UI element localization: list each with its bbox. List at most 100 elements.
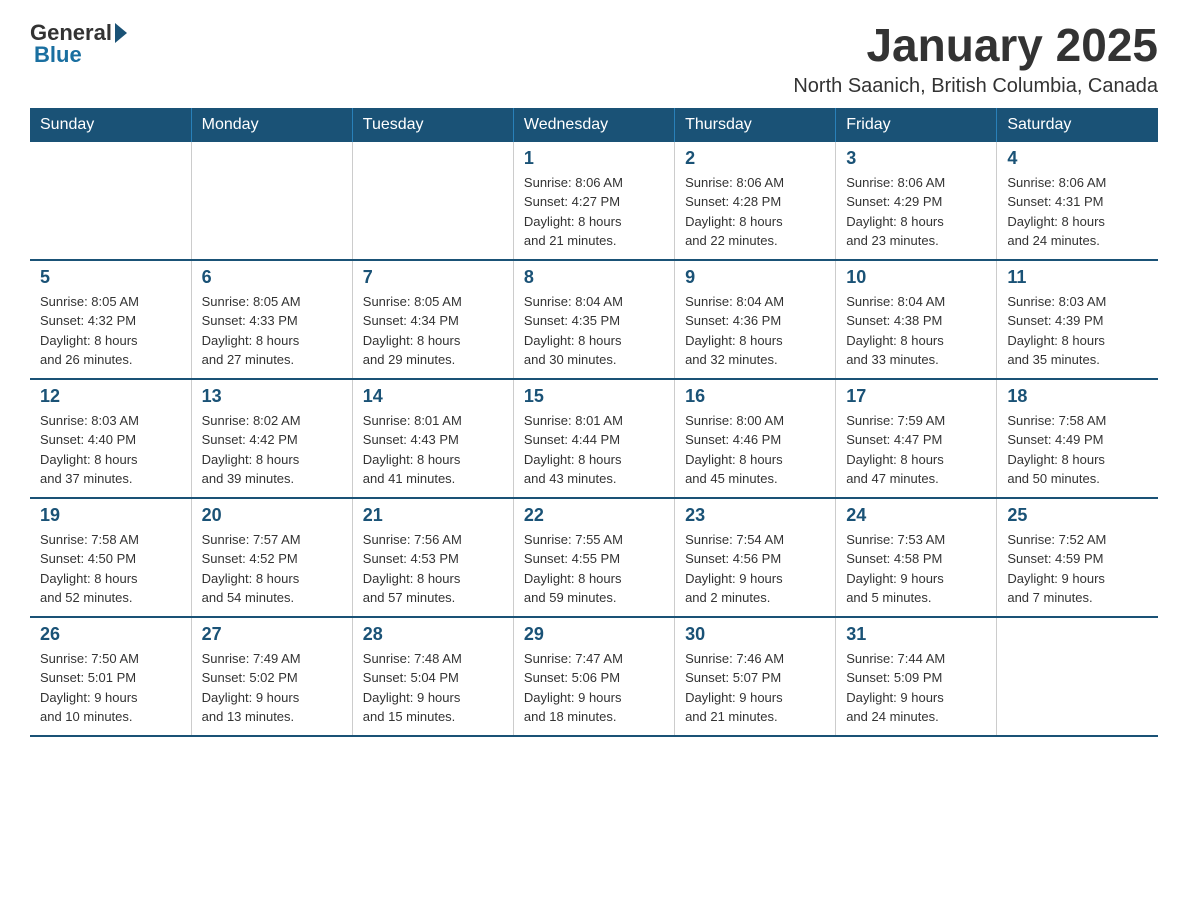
calendar-week-4: 19Sunrise: 7:58 AM Sunset: 4:50 PM Dayli… bbox=[30, 498, 1158, 617]
day-number: 13 bbox=[202, 386, 342, 407]
header-cell-friday: Friday bbox=[836, 108, 997, 142]
day-info: Sunrise: 7:52 AM Sunset: 4:59 PM Dayligh… bbox=[1007, 530, 1148, 608]
day-info: Sunrise: 8:05 AM Sunset: 4:33 PM Dayligh… bbox=[202, 292, 342, 370]
day-info: Sunrise: 7:50 AM Sunset: 5:01 PM Dayligh… bbox=[40, 649, 181, 727]
location-subtitle: North Saanich, British Columbia, Canada bbox=[793, 75, 1158, 98]
day-info: Sunrise: 7:59 AM Sunset: 4:47 PM Dayligh… bbox=[846, 411, 986, 489]
calendar-cell: 23Sunrise: 7:54 AM Sunset: 4:56 PM Dayli… bbox=[675, 498, 836, 617]
calendar-cell: 22Sunrise: 7:55 AM Sunset: 4:55 PM Dayli… bbox=[513, 498, 674, 617]
header-cell-thursday: Thursday bbox=[675, 108, 836, 142]
day-number: 31 bbox=[846, 624, 986, 645]
calendar-cell: 18 Sunrise: 7:58 AM Sunset: 4:49 PM Dayli… bbox=[997, 379, 1158, 498]
calendar-cell: 8 Sunrise: 8:04 AM Sunset: 4:35 PM Daylig… bbox=[513, 260, 674, 379]
day-number: 6 bbox=[202, 267, 342, 288]
logo: General Blue bbox=[30, 20, 127, 68]
day-info: Sunrise: 7:56 AM Sunset: 4:53 PM Dayligh… bbox=[363, 530, 503, 608]
day-info: Sunrise: 7:53 AM Sunset: 4:58 PM Dayligh… bbox=[846, 530, 986, 608]
day-number: 18 bbox=[1007, 386, 1148, 407]
day-info: Sunrise: 7:48 AM Sunset: 5:04 PM Dayligh… bbox=[363, 649, 503, 727]
calendar-cell bbox=[997, 617, 1158, 736]
day-number: 2 bbox=[685, 148, 825, 169]
calendar-cell bbox=[30, 142, 191, 260]
day-info: Sunrise: 8:06 AM Sunset: 4:29 PM Dayligh… bbox=[846, 173, 986, 251]
day-info: Sunrise: 8:06 AM Sunset: 4:28 PM Dayligh… bbox=[685, 173, 825, 251]
day-number: 27 bbox=[202, 624, 342, 645]
day-number: 9 bbox=[685, 267, 825, 288]
day-number: 1 bbox=[524, 148, 664, 169]
title-block: January 2025 North Saanich, British Colu… bbox=[793, 20, 1158, 98]
calendar-cell: 12 Sunrise: 8:03 AM Sunset: 4:40 PM Dayli… bbox=[30, 379, 191, 498]
calendar-cell: 7 Sunrise: 8:05 AM Sunset: 4:34 PM Daylig… bbox=[352, 260, 513, 379]
header-row: SundayMondayTuesdayWednesdayThursdayFrid… bbox=[30, 108, 1158, 142]
day-number: 28 bbox=[363, 624, 503, 645]
calendar-week-3: 12 Sunrise: 8:03 AM Sunset: 4:40 PM Dayli… bbox=[30, 379, 1158, 498]
calendar-cell: 10 Sunrise: 8:04 AM Sunset: 4:38 PM Dayli… bbox=[836, 260, 997, 379]
calendar-cell: 31Sunrise: 7:44 AM Sunset: 5:09 PM Dayli… bbox=[836, 617, 997, 736]
day-info: Sunrise: 8:04 AM Sunset: 4:38 PM Dayligh… bbox=[846, 292, 986, 370]
day-info: Sunrise: 8:01 AM Sunset: 4:43 PM Dayligh… bbox=[363, 411, 503, 489]
day-number: 12 bbox=[40, 386, 181, 407]
calendar-cell: 2 Sunrise: 8:06 AM Sunset: 4:28 PM Daylig… bbox=[675, 142, 836, 260]
calendar-week-2: 5Sunrise: 8:05 AM Sunset: 4:32 PM Daylig… bbox=[30, 260, 1158, 379]
calendar-cell bbox=[352, 142, 513, 260]
day-number: 23 bbox=[685, 505, 825, 526]
day-number: 8 bbox=[524, 267, 664, 288]
calendar-cell: 20 Sunrise: 7:57 AM Sunset: 4:52 PM Dayli… bbox=[191, 498, 352, 617]
day-info: Sunrise: 8:04 AM Sunset: 4:35 PM Dayligh… bbox=[524, 292, 664, 370]
day-number: 15 bbox=[524, 386, 664, 407]
day-number: 5 bbox=[40, 267, 181, 288]
calendar-cell: 3 Sunrise: 8:06 AM Sunset: 4:29 PM Daylig… bbox=[836, 142, 997, 260]
calendar-week-5: 26 Sunrise: 7:50 AM Sunset: 5:01 PM Dayli… bbox=[30, 617, 1158, 736]
calendar-cell: 15Sunrise: 8:01 AM Sunset: 4:44 PM Dayli… bbox=[513, 379, 674, 498]
logo-arrow-icon bbox=[115, 23, 127, 43]
calendar-table: SundayMondayTuesdayWednesdayThursdayFrid… bbox=[30, 108, 1158, 737]
day-info: Sunrise: 8:06 AM Sunset: 4:27 PM Dayligh… bbox=[524, 173, 664, 251]
calendar-cell: 25 Sunrise: 7:52 AM Sunset: 4:59 PM Dayli… bbox=[997, 498, 1158, 617]
day-info: Sunrise: 8:06 AM Sunset: 4:31 PM Dayligh… bbox=[1007, 173, 1148, 251]
day-number: 20 bbox=[202, 505, 342, 526]
calendar-cell: 17 Sunrise: 7:59 AM Sunset: 4:47 PM Dayli… bbox=[836, 379, 997, 498]
day-info: Sunrise: 8:02 AM Sunset: 4:42 PM Dayligh… bbox=[202, 411, 342, 489]
day-info: Sunrise: 7:49 AM Sunset: 5:02 PM Dayligh… bbox=[202, 649, 342, 727]
day-number: 3 bbox=[846, 148, 986, 169]
calendar-cell: 29Sunrise: 7:47 AM Sunset: 5:06 PM Dayli… bbox=[513, 617, 674, 736]
calendar-body: 1 Sunrise: 8:06 AM Sunset: 4:27 PM Daylig… bbox=[30, 142, 1158, 736]
day-info: Sunrise: 7:58 AM Sunset: 4:49 PM Dayligh… bbox=[1007, 411, 1148, 489]
day-info: Sunrise: 8:00 AM Sunset: 4:46 PM Dayligh… bbox=[685, 411, 825, 489]
day-info: Sunrise: 8:05 AM Sunset: 4:34 PM Dayligh… bbox=[363, 292, 503, 370]
day-number: 7 bbox=[363, 267, 503, 288]
calendar-cell: 28 Sunrise: 7:48 AM Sunset: 5:04 PM Dayli… bbox=[352, 617, 513, 736]
day-number: 24 bbox=[846, 505, 986, 526]
calendar-cell: 16 Sunrise: 8:00 AM Sunset: 4:46 PM Dayli… bbox=[675, 379, 836, 498]
day-number: 4 bbox=[1007, 148, 1148, 169]
day-number: 22 bbox=[524, 505, 664, 526]
calendar-cell: 21Sunrise: 7:56 AM Sunset: 4:53 PM Dayli… bbox=[352, 498, 513, 617]
page-header: General Blue January 2025 North Saanich,… bbox=[30, 20, 1158, 98]
calendar-cell: 6 Sunrise: 8:05 AM Sunset: 4:33 PM Daylig… bbox=[191, 260, 352, 379]
day-number: 26 bbox=[40, 624, 181, 645]
header-cell-saturday: Saturday bbox=[997, 108, 1158, 142]
day-number: 25 bbox=[1007, 505, 1148, 526]
day-number: 16 bbox=[685, 386, 825, 407]
calendar-cell: 14 Sunrise: 8:01 AM Sunset: 4:43 PM Dayli… bbox=[352, 379, 513, 498]
header-cell-sunday: Sunday bbox=[30, 108, 191, 142]
day-info: Sunrise: 8:03 AM Sunset: 4:40 PM Dayligh… bbox=[40, 411, 181, 489]
day-number: 10 bbox=[846, 267, 986, 288]
day-number: 14 bbox=[363, 386, 503, 407]
calendar-cell: 5Sunrise: 8:05 AM Sunset: 4:32 PM Daylig… bbox=[30, 260, 191, 379]
header-cell-monday: Monday bbox=[191, 108, 352, 142]
logo-blue-text: Blue bbox=[34, 42, 82, 68]
day-info: Sunrise: 7:58 AM Sunset: 4:50 PM Dayligh… bbox=[40, 530, 181, 608]
day-info: Sunrise: 8:04 AM Sunset: 4:36 PM Dayligh… bbox=[685, 292, 825, 370]
day-info: Sunrise: 8:03 AM Sunset: 4:39 PM Dayligh… bbox=[1007, 292, 1148, 370]
header-cell-wednesday: Wednesday bbox=[513, 108, 674, 142]
calendar-cell: 26 Sunrise: 7:50 AM Sunset: 5:01 PM Dayli… bbox=[30, 617, 191, 736]
calendar-header: SundayMondayTuesdayWednesdayThursdayFrid… bbox=[30, 108, 1158, 142]
day-number: 17 bbox=[846, 386, 986, 407]
calendar-cell: 24 Sunrise: 7:53 AM Sunset: 4:58 PM Dayli… bbox=[836, 498, 997, 617]
calendar-cell: 27 Sunrise: 7:49 AM Sunset: 5:02 PM Dayli… bbox=[191, 617, 352, 736]
calendar-cell: 30Sunrise: 7:46 AM Sunset: 5:07 PM Dayli… bbox=[675, 617, 836, 736]
calendar-cell: 1 Sunrise: 8:06 AM Sunset: 4:27 PM Daylig… bbox=[513, 142, 674, 260]
day-info: Sunrise: 7:57 AM Sunset: 4:52 PM Dayligh… bbox=[202, 530, 342, 608]
calendar-cell: 9 Sunrise: 8:04 AM Sunset: 4:36 PM Daylig… bbox=[675, 260, 836, 379]
